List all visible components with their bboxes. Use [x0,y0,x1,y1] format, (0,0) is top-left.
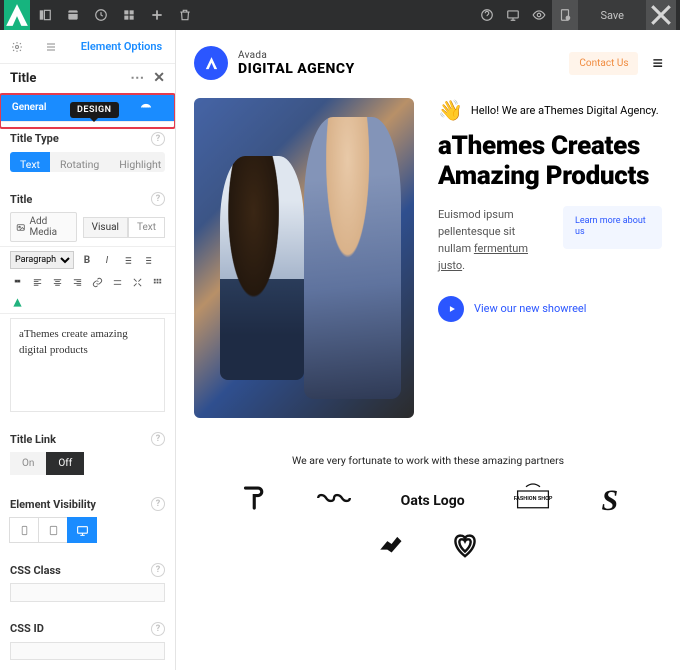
preview-canvas: Avada DIGITAL AGENCY Contact Us ≡ 👋 Hell… [176,30,680,670]
page-settings-icon[interactable] [552,0,578,30]
brand-small: Avada [238,50,355,61]
visibility-mobile-icon[interactable] [9,517,39,543]
align-left-icon[interactable] [30,275,44,289]
showreel-link[interactable]: View our new showreel [474,302,586,315]
align-center-icon[interactable] [50,275,64,289]
fullscreen-icon[interactable] [130,275,144,289]
list-icon[interactable] [34,30,68,64]
hello-text: Hello! We are aThemes Digital Agency. [471,104,659,117]
label-title: Title [10,193,32,206]
more-icon[interactable]: ⋯ [130,70,145,86]
trash-icon[interactable] [172,0,198,30]
hello-line: 👋 Hello! We are aThemes Digital Agency. [438,98,662,122]
hero-image [194,98,414,418]
preview-icon[interactable] [526,0,552,30]
label-element-visibility: Element Visibility [10,498,96,511]
editor-tab-visual[interactable]: Visual [83,217,128,238]
topbar-left [4,0,198,30]
wysiwyg-toolbar: Paragraph B I [0,246,175,314]
hero-title[interactable]: aThemes Creates Amazing Products [438,132,662,192]
css-class-input[interactable] [10,583,165,601]
top-bar: Save [0,0,680,30]
preferences-icon[interactable] [116,0,142,30]
partner-logo-fashion: FASHION SHOP [512,481,554,521]
help-hint-icon[interactable]: ? [151,497,165,511]
topbar-right: Save [474,0,676,30]
label-title-link: Title Link [10,433,56,446]
sidebar: Element Options Title ⋯ ✕ General DESIGN… [0,30,176,670]
learn-more-button[interactable]: Learn more about us [563,206,662,249]
brand-big: DIGITAL AGENCY [238,61,355,77]
close-icon[interactable] [646,0,676,30]
brand-text: Avada DIGITAL AGENCY [238,50,355,77]
title-type-highlight[interactable]: Highlight [109,152,165,173]
list-ol-icon[interactable] [140,253,154,267]
brand-logo-icon [194,46,228,80]
avada-insert-icon[interactable] [10,295,24,309]
help-hint-icon[interactable]: ? [151,563,165,577]
settings-gear-icon[interactable] [0,30,34,64]
history-icon[interactable] [88,0,114,30]
paragraph-select[interactable]: Paragraph [10,251,74,269]
partner-logo-s: S [602,484,619,518]
align-right-icon[interactable] [70,275,84,289]
hero-description: Euismod ipsum pellentesque sit nullam fe… [438,206,547,274]
title-type-rotating[interactable]: Rotating [50,152,109,173]
partner-logos-row-1: Oats Logo FASHION SHOP S [194,481,662,521]
element-options-tab[interactable]: Element Options [68,40,175,53]
avada-logo-icon[interactable] [4,0,30,30]
add-media-label: Add Media [29,216,70,238]
title-link-off[interactable]: Off [46,452,84,475]
help-hint-icon[interactable]: ? [151,432,165,446]
label-title-type: Title Type [10,132,59,145]
help-hint-icon[interactable]: ? [151,622,165,636]
design-tooltip: DESIGN [70,102,119,118]
visibility-desktop-icon[interactable] [67,517,97,543]
add-icon[interactable] [144,0,170,30]
subtab-general[interactable]: General [0,94,58,121]
partner-logo-1 [238,483,268,519]
panel-toggle-icon[interactable] [32,0,58,30]
bold-icon[interactable]: B [80,253,94,267]
partner-logos-row-2 [194,531,662,565]
title-editor[interactable]: aThemes create amazing digital products [10,318,165,412]
add-media-button[interactable]: Add Media [10,212,77,242]
title-link-on[interactable]: On [10,452,46,475]
visibility-tablet-icon[interactable] [38,517,68,543]
wave-icon: 👋 [438,98,463,122]
partner-logo-2 [315,487,353,515]
partner-logo-hands [376,531,410,565]
toolbar-toggle-icon[interactable] [150,275,164,289]
fashion-shop-text: FASHION SHOP [512,496,554,502]
panel-title: Title [10,71,36,86]
label-css-class: CSS Class [10,564,61,577]
editor-tab-text[interactable]: Text [128,217,165,238]
css-id-input[interactable] [10,642,165,660]
list-ul-icon[interactable] [120,253,134,267]
save-button[interactable]: Save [578,0,646,30]
contact-us-button[interactable]: Contact Us [569,52,638,75]
partner-logo-heart [450,531,480,565]
play-icon[interactable] [438,296,464,322]
partner-logo-oats: Oats Logo [401,493,465,509]
close-panel-icon[interactable]: ✕ [153,70,165,86]
help-hint-icon[interactable]: ? [151,192,165,206]
responsive-icon[interactable] [500,0,526,30]
link-icon[interactable] [90,275,104,289]
subtab-extras[interactable] [117,94,175,121]
hamburger-icon[interactable]: ≡ [652,53,662,74]
library-icon[interactable] [60,0,86,30]
blockquote-icon[interactable] [10,275,24,289]
title-type-text[interactable]: Text [10,152,50,173]
help-hint-icon[interactable]: ? [151,132,165,146]
italic-icon[interactable]: I [100,253,114,267]
partners-text: We are very fortunate to work with these… [194,454,662,467]
help-icon[interactable] [474,0,500,30]
more-icon[interactable] [110,275,124,289]
label-css-id: CSS ID [10,622,44,635]
